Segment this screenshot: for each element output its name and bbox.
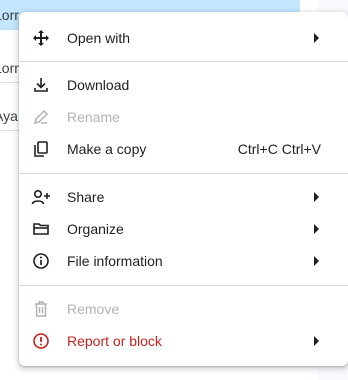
menu-item-label: File information [67, 253, 163, 269]
person-add-icon [31, 187, 51, 207]
menu-item-label: Share [67, 189, 105, 205]
menu-item-label: Rename [67, 109, 120, 125]
menu-item-make-a-copy[interactable]: Make a copy Ctrl+C Ctrl+V [19, 133, 348, 165]
info-icon [31, 251, 51, 271]
menu-item-label: Organize [67, 221, 124, 237]
download-icon [31, 75, 51, 95]
pencil-icon [31, 107, 51, 127]
copy-icon [31, 139, 51, 159]
menu-item-share[interactable]: Share [19, 181, 348, 213]
shortcut-hint: Ctrl+C Ctrl+V [237, 141, 321, 157]
menu-item-organize[interactable]: Organize [19, 213, 348, 245]
divider [19, 61, 348, 62]
trash-icon [31, 299, 51, 319]
chevron-right-icon [314, 33, 319, 43]
menu-item-remove[interactable]: Remove [19, 293, 348, 325]
menu-item-report-or-block[interactable]: Report or block [19, 325, 348, 357]
chevron-right-icon [314, 336, 319, 346]
menu-item-label: Report or block [67, 333, 162, 349]
divider [19, 173, 348, 174]
chevron-right-icon [314, 256, 319, 266]
menu-item-download[interactable]: Download [19, 69, 348, 101]
menu-item-label: Open with [67, 30, 131, 46]
chevron-right-icon [314, 192, 319, 202]
file-name: Lorr [0, 60, 19, 76]
move-icon [31, 28, 51, 48]
folder-icon [31, 219, 51, 239]
menu-item-rename[interactable]: Rename [19, 101, 348, 133]
context-menu: Open with Download Rename Make a copy Ct… [19, 12, 348, 366]
report-icon [31, 331, 51, 351]
menu-item-label: Download [67, 77, 130, 93]
chevron-right-icon [314, 224, 319, 234]
file-name: Lorr [0, 7, 19, 23]
menu-item-label: Remove [67, 301, 120, 317]
divider [19, 285, 348, 286]
menu-item-file-information[interactable]: File information [19, 245, 348, 277]
menu-item-open-with[interactable]: Open with [19, 22, 348, 54]
file-name: Aya [0, 108, 18, 124]
menu-item-label: Make a copy [67, 141, 147, 157]
